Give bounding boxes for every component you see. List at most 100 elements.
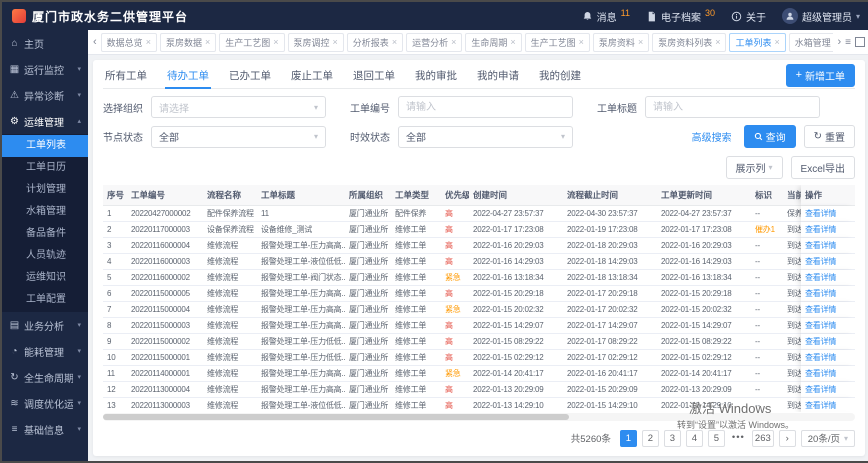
user-menu[interactable]: 超级管理员 ▾ — [781, 8, 860, 24]
fullscreen-icon[interactable] — [855, 37, 865, 47]
view-detail-link[interactable]: 查看详情 — [805, 225, 836, 234]
sidebar-item-maintenance[interactable]: ⚙ 运维管理 ▴ — [2, 108, 88, 134]
sidebar-subitem-maintenance-knowledge[interactable]: 运维知识 — [2, 267, 88, 289]
sidebar-subitem-plan-management[interactable]: 计划管理 — [2, 179, 88, 201]
tab-item[interactable]: 运营分析 × — [406, 32, 463, 52]
tab-item[interactable]: 泵房资料列表 × — [652, 32, 727, 52]
cell: -- — [751, 366, 783, 382]
reset-button[interactable]: ↻ 重置 — [803, 125, 855, 148]
close-icon[interactable]: × — [451, 37, 456, 47]
cell: 厦门通业所 — [345, 222, 391, 238]
view-detail-link[interactable]: 查看详情 — [805, 385, 836, 394]
sidebar-subitem-tank-management[interactable]: 水箱管理 — [2, 201, 88, 223]
subtab-item[interactable]: 我的审批 — [413, 63, 459, 88]
close-icon[interactable]: × — [273, 37, 278, 47]
close-icon[interactable]: × — [715, 37, 720, 47]
scrollbar-thumb[interactable] — [103, 414, 570, 420]
view-detail-link[interactable]: 查看详情 — [805, 353, 836, 362]
tab-item[interactable]: 生产工艺图 × — [219, 32, 285, 52]
page-button[interactable]: 3 — [663, 429, 681, 447]
sidebar-subitem-workorder-list[interactable]: 工单列表 — [2, 135, 88, 157]
tab-item[interactable]: 分析报表 × — [346, 32, 404, 52]
time-status-select[interactable]: 全部 ▾ — [398, 125, 573, 148]
table-row: 8 20220115000003 维修流程 报警处理工单-压力高高... 厦门通业所 维修… — [103, 318, 855, 334]
sidebar-item-monitoring[interactable]: ▦ 运行监控 ▾ — [2, 56, 88, 82]
workorder-title-input[interactable] — [645, 96, 820, 118]
search-button[interactable]: 查询 — [743, 125, 796, 148]
tab-item[interactable]: 生产工艺图 × — [524, 32, 590, 52]
page-button[interactable]: 4 — [685, 429, 703, 447]
chevron-down-icon: ▾ — [77, 322, 81, 329]
tabs-scroll-right-icon[interactable]: › — [837, 36, 841, 48]
messages-button[interactable]: 消息 11 — [582, 8, 630, 24]
dispatch-icon: ≋ — [10, 397, 19, 409]
page-button[interactable]: 1 — [619, 429, 637, 447]
view-detail-link[interactable]: 查看详情 — [805, 273, 836, 282]
tab-item[interactable]: 水箱管理× — [788, 32, 834, 52]
subtab-item[interactable]: 我的创建 — [537, 63, 583, 88]
cell: 2022-01-18 14:29:03 — [563, 254, 657, 270]
subtab-item[interactable]: 所有工单 — [103, 63, 149, 88]
page-button[interactable]: 263 — [751, 429, 774, 447]
page-button[interactable]: 2 — [641, 429, 659, 447]
view-detail-link[interactable]: 查看详情 — [805, 321, 836, 330]
organization-select[interactable]: 请选择 ▾ — [151, 96, 326, 118]
tabs-menu-icon[interactable]: ≡ — [845, 37, 851, 48]
archive-count-badge: 30 — [704, 8, 715, 18]
sidebar-item-home[interactable]: ⌂ 主页 — [2, 30, 88, 56]
sidebar-item-diagnosis[interactable]: ⚠ 异常诊断 ▾ — [2, 82, 88, 108]
subtab-item[interactable]: 待办工单 — [165, 63, 211, 89]
view-detail-link[interactable]: 查看详情 — [805, 289, 836, 298]
tab-item[interactable]: 数据总览 × — [100, 32, 157, 52]
next-page-button[interactable]: › — [778, 429, 796, 447]
page-button[interactable]: 5 — [707, 429, 725, 447]
view-detail-link[interactable]: 查看详情 — [805, 305, 836, 314]
sidebar-item-energy-management[interactable]: ◔ 能耗管理 ▾ — [2, 338, 88, 364]
tab-item[interactable]: 工单列表 × — [729, 32, 786, 52]
tab-item[interactable]: 生命周期 × — [465, 32, 522, 52]
sidebar-subitem-workorder-calendar[interactable]: 工单日历 — [2, 157, 88, 179]
view-detail-link[interactable]: 查看详情 — [805, 369, 836, 378]
page-size-select[interactable]: 20条/页 ▾ — [800, 429, 855, 447]
subtab-item[interactable]: 已办工单 — [227, 63, 273, 88]
close-icon[interactable]: × — [333, 37, 338, 47]
bell-icon — [583, 11, 591, 20]
close-icon[interactable]: × — [146, 37, 151, 47]
sidebar-item-dispatch-optimization[interactable]: ≋ 调度优化运行▾ — [2, 390, 88, 416]
sidebar-item-basic-info[interactable]: ≡ 基础信息 ▾ — [2, 416, 88, 442]
tab-item[interactable]: 泵房调控 × — [287, 32, 344, 52]
close-icon[interactable]: × — [392, 37, 397, 47]
view-detail-link[interactable]: 查看详情 — [805, 209, 836, 218]
sidebar-subitem-spare-parts[interactable]: 备品备件 — [2, 223, 88, 245]
sidebar-item-lifecycle[interactable]: ↻ 全生命周期 ▾ — [2, 364, 88, 390]
close-icon[interactable]: × — [775, 37, 780, 47]
close-icon[interactable]: × — [510, 37, 515, 47]
subtab-item[interactable]: 我的申请 — [475, 63, 521, 88]
advanced-search-link[interactable]: 高级搜索 — [692, 129, 732, 144]
close-icon[interactable]: × — [638, 37, 643, 47]
cell: 2022-01-17 08:29:22 — [563, 334, 657, 350]
view-detail-link[interactable]: 查看详情 — [805, 401, 836, 410]
subtab-item[interactable]: 废止工单 — [289, 63, 335, 88]
excel-export-button[interactable]: Excel导出 — [790, 156, 855, 179]
tabs-scroll-left-icon[interactable]: ‹ — [93, 36, 97, 48]
close-icon[interactable]: × — [579, 37, 584, 47]
new-workorder-button[interactable]: + 新增工单 — [785, 63, 855, 87]
user-name: 超级管理员 — [801, 12, 852, 24]
node-status-select[interactable]: 全部 ▾ — [151, 125, 326, 148]
archive-button[interactable]: 电子档案 30 — [646, 8, 715, 24]
sidebar-subitem-workorder-config[interactable]: 工单配置 — [2, 289, 88, 311]
subtab-item[interactable]: 退回工单 — [351, 63, 397, 88]
display-columns-button[interactable]: 展示列 ▾ — [725, 156, 783, 179]
workorder-number-input[interactable] — [398, 96, 573, 118]
tab-item[interactable]: 泵房资料 × — [592, 32, 650, 52]
about-button[interactable]: 关于 — [731, 9, 766, 24]
tab-item[interactable]: 泵房数据 × — [159, 32, 217, 52]
view-detail-link[interactable]: 查看详情 — [805, 257, 836, 266]
view-detail-link[interactable]: 查看详情 — [805, 241, 836, 250]
view-detail-link[interactable]: 查看详情 — [805, 337, 836, 346]
sidebar-item-business-analysis[interactable]: ▤ 业务分析 ▾ — [2, 312, 88, 338]
close-icon[interactable]: × — [205, 37, 210, 47]
sidebar-subitem-personnel-track[interactable]: 人员轨迹 — [2, 245, 88, 267]
pagination-ellipsis[interactable]: ••• — [730, 430, 747, 447]
